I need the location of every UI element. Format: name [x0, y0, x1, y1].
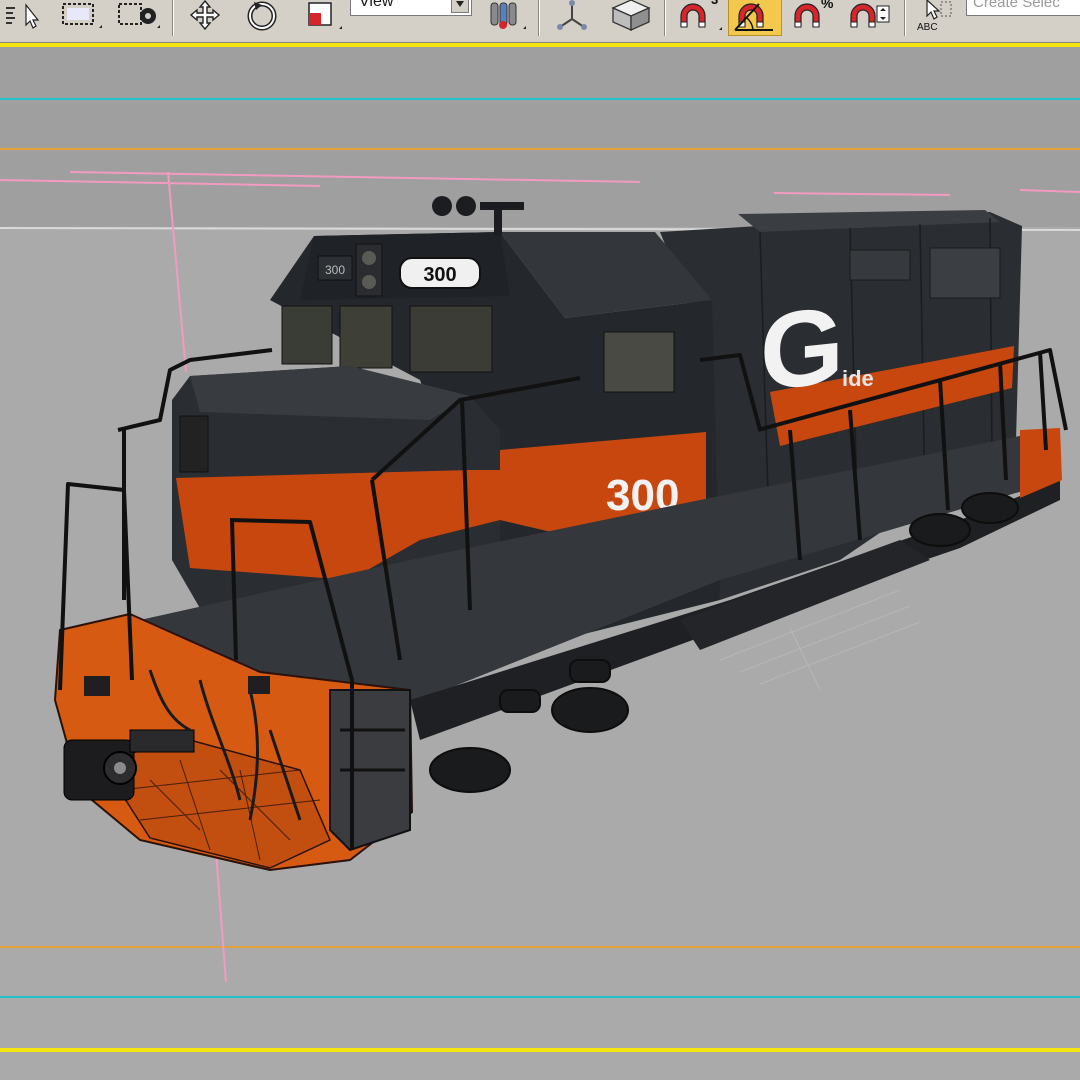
perspective-viewport[interactable]: G ide 300 300 300 [0, 47, 1080, 1080]
edit-named-selection-sets-icon: ABC [911, 0, 963, 34]
select-and-scale-icon [299, 0, 343, 33]
toolbar-separator [904, 0, 906, 36]
rectangular-selection-region-button[interactable] [54, 0, 106, 36]
named-selection-set-field[interactable]: Create Selec [966, 0, 1080, 16]
select-by-name-button[interactable] [0, 0, 44, 36]
select-and-move-icon [183, 0, 227, 33]
angle-snap-toggle-icon [731, 0, 779, 34]
toolbar-separator [664, 0, 666, 36]
main-toolbar: View % ABC Create Selec [0, 0, 1080, 43]
snaps-toggle-icon: 3 [675, 0, 723, 34]
reference-coordinate-system-dropdown[interactable]: View [350, 0, 472, 16]
toolbar-separator [172, 0, 174, 36]
use-pivot-point-icon [483, 0, 527, 33]
angle-snap-toggle-button[interactable] [728, 0, 782, 36]
named-selection-abc-label: ABC [917, 22, 938, 33]
select-and-rotate-button[interactable] [236, 0, 288, 36]
select-and-manipulate-icon [550, 0, 594, 33]
select-and-move-button[interactable] [180, 0, 230, 36]
select-and-scale-button[interactable] [296, 0, 346, 36]
select-and-rotate-icon [240, 0, 284, 33]
named-selection-set-placeholder: Create Selec [973, 0, 1060, 11]
viewport-scene[interactable]: G ide 300 300 300 [0, 47, 1080, 1080]
window-crossing-button[interactable] [110, 0, 162, 36]
percent-snap-label: % [821, 0, 834, 11]
toolbar-separator [538, 0, 540, 36]
railroad-logo-letter: G [760, 284, 844, 413]
spinner-snap-toggle-icon [845, 0, 893, 34]
nose-number-plate-text: 300 [325, 263, 345, 277]
window-crossing-icon [111, 0, 161, 32]
keyboard-shortcut-override-icon [607, 0, 655, 34]
viewport-upper-band [0, 47, 1080, 227]
rectangular-selection-region-icon [55, 0, 105, 32]
use-pivot-point-button[interactable] [480, 0, 530, 36]
snaps-toggle-button[interactable]: 3 [672, 0, 726, 36]
percent-snap-toggle-button[interactable]: % [786, 0, 840, 36]
railroad-logo-small-text: ide [842, 366, 874, 391]
reference-coordinate-system-value: View [359, 0, 394, 10]
select-by-name-icon [2, 1, 42, 31]
cab-number-board-text: 300 [423, 264, 456, 286]
chevron-down-icon[interactable] [451, 0, 469, 13]
spinner-snap-toggle-button[interactable] [842, 0, 896, 36]
edit-named-selection-sets-button[interactable]: ABC [910, 0, 964, 36]
keyboard-shortcut-override-button[interactable] [604, 0, 658, 36]
percent-snap-toggle-icon: % [789, 0, 837, 34]
select-and-manipulate-button[interactable] [546, 0, 598, 36]
snap-count-label: 3 [711, 0, 718, 7]
